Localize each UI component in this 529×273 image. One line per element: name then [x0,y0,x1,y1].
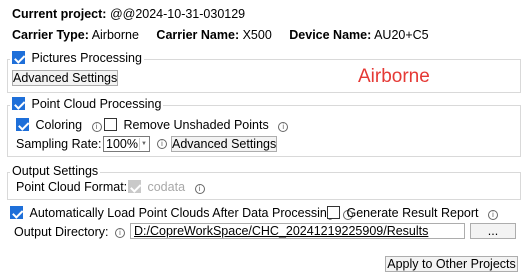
sampling-rate-label: Sampling Rate: [16,137,102,151]
point-cloud-advanced-settings-button[interactable]: Advanced Settings [171,136,277,152]
carrier-info: Carrier Type: Airborne Carrier Name: X50… [12,28,429,42]
remove-unshaded-label: Remove Unshaded Points [123,118,269,132]
coloring-label: Coloring [35,118,83,132]
current-project-label: Current project: @@2024-10-31-030129 [12,7,245,21]
carrier-name-value: X500 [242,28,272,42]
codata-checkbox [128,180,141,193]
remove-unshaded-checkbox[interactable] [104,118,117,131]
pictures-processing-header[interactable]: Pictures Processing [10,51,144,65]
device-name-value: AU20+C5 [374,28,429,42]
sampling-rate-value: 100% [106,137,138,151]
info-icon[interactable]: i [278,122,289,132]
device-name-label: Device Name: [289,28,372,42]
coloring-option[interactable]: Coloring i [16,118,102,132]
airborne-watermark: Airborne [358,66,430,87]
generate-report-option[interactable]: Generate Result Report i [327,206,498,220]
browse-button[interactable]: ... [470,223,516,239]
codata-label: codata [147,180,186,194]
carrier-name-label: Carrier Name: [156,28,240,42]
output-directory-label: Output Directory: [14,225,109,239]
info-icon[interactable]: i [91,122,102,132]
output-directory-field[interactable]: D:/CopreWorkSpace/CHC_20241219225909/Res… [130,223,465,239]
sampling-rate-select[interactable]: 100% ▼ [103,136,150,152]
auto-load-checkbox[interactable] [10,206,23,219]
point-cloud-processing-label: Point Cloud Processing [31,97,162,111]
carrier-type-label: Carrier Type: [12,28,89,42]
project-label: Current project: [12,7,107,21]
point-cloud-processing-header[interactable]: Point Cloud Processing [10,97,164,111]
point-cloud-processing-checkbox[interactable] [12,97,25,110]
project-value: @@2024-10-31-030129 [109,7,246,21]
point-cloud-format-label: Point Cloud Format: [16,180,128,194]
remove-unshaded-option[interactable]: Remove Unshaded Points i [104,118,289,132]
auto-load-label: Automatically Load Point Clouds After Da… [29,206,334,220]
auto-load-option[interactable]: Automatically Load Point Clouds After Da… [10,206,354,220]
apply-to-other-projects-button[interactable]: Apply to Other Projects [385,256,518,272]
point-cloud-format-option: codata i [128,180,205,194]
info-icon[interactable]: i [115,228,125,238]
coloring-checkbox[interactable] [16,118,29,131]
carrier-type-value: Airborne [91,28,139,42]
info-icon[interactable]: i [157,139,167,149]
info-icon[interactable]: i [194,184,205,194]
chevron-down-icon[interactable]: ▼ [139,138,148,150]
generate-report-label: Generate Result Report [346,206,479,220]
generate-report-checkbox[interactable] [327,206,340,219]
info-icon[interactable]: i [487,210,498,220]
output-settings-title: Output Settings [10,164,101,178]
pictures-processing-label: Pictures Processing [31,51,142,65]
pictures-advanced-settings-button[interactable]: Advanced Settings [12,70,118,86]
pictures-processing-checkbox[interactable] [12,51,25,64]
